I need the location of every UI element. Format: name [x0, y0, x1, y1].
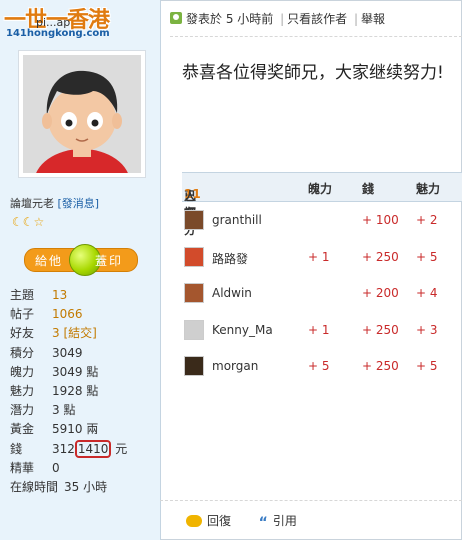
rating-row: Kenny_Ma + 1 + 250 + 3	[182, 312, 462, 349]
rater-name[interactable]: Kenny_Ma	[212, 323, 273, 337]
stat-value[interactable]: 3	[52, 326, 60, 340]
add-friend-link[interactable]: [結交]	[63, 326, 96, 340]
post-meta-bar: 發表於 5 小時前 | 只看該作者 | 舉報	[170, 10, 462, 30]
stat-value: 5910 兩	[52, 422, 99, 437]
rating-charm: + 5	[416, 249, 438, 264]
rating-power: + 5	[308, 359, 330, 373]
rank-stars-icon: ☾☾☆	[12, 215, 45, 229]
stat-value-prefix: 312	[52, 441, 75, 456]
stat-row: 主題 13	[10, 286, 158, 305]
rating-money: + 200	[362, 286, 399, 300]
poster-rank: 論壇元老 [發消息]	[10, 195, 99, 211]
stat-row: 潛力 3 點	[10, 401, 158, 420]
column-header: 魅力	[416, 182, 441, 196]
stat-row: 帖子 1066	[10, 305, 158, 324]
rater-name[interactable]: morgan	[212, 359, 258, 373]
avatar[interactable]	[18, 50, 146, 217]
stat-row: 黃金 5910 兩	[10, 420, 158, 439]
rater-avatar[interactable]	[184, 246, 204, 267]
stat-row: 魅力 1928 點	[10, 382, 158, 401]
rank-title: 論壇元老	[10, 197, 54, 210]
posted-time: 發表於 5 小時前	[186, 12, 274, 26]
stat-row: 積分 3049	[10, 344, 158, 363]
ratings-header: 已有 11 人評分 魄力 錢 魅力	[182, 172, 462, 237]
report-link[interactable]: 舉報	[361, 12, 385, 26]
stat-label: 黃金	[10, 422, 35, 437]
quote-icon: “	[258, 515, 268, 531]
stat-row: 錢 312 1410 元	[10, 439, 158, 459]
rating-charm: + 2	[416, 213, 438, 227]
stat-label: 精華	[10, 460, 35, 475]
give-button[interactable]: 給他	[35, 252, 63, 269]
rating-power: + 1	[308, 322, 330, 337]
rating-row: granthill + 100 + 2	[182, 202, 462, 239]
stat-label: 魄力	[10, 364, 35, 379]
stat-label: 魅力	[10, 383, 35, 398]
rater-avatar[interactable]	[184, 356, 204, 376]
rating-row: Aldwin + 200 + 4	[182, 275, 462, 312]
rating-charm: + 4	[416, 286, 438, 300]
column-header: 錢	[362, 182, 375, 196]
rating-money: + 100	[362, 213, 399, 227]
stat-label: 主題	[10, 288, 35, 302]
quote-link[interactable]: 引用	[273, 514, 297, 528]
stat-row: 精華 0	[10, 459, 158, 478]
post-actions: 回復 “ 引用	[186, 512, 297, 531]
poster-username[interactable]: pi...ap	[36, 16, 70, 29]
rating-money: + 250	[362, 359, 399, 373]
post-content: 恭喜各位得奖師兄，大家继续努力!	[182, 63, 444, 83]
poster-sidebar: 一世一香港 141hongkong.com pi...ap 論壇元老 [發消息]	[0, 0, 161, 540]
rating-money: + 250	[362, 322, 399, 337]
stat-row: 魄力 3049 點	[10, 363, 158, 382]
stamp-button[interactable]: 蓋印	[95, 252, 123, 269]
stat-value: 3049 點	[52, 364, 99, 379]
rating-charm: + 5	[416, 359, 438, 373]
give-stamp-buttons: 給他 蓋印	[24, 244, 138, 276]
rating-money: + 250	[362, 249, 399, 264]
rater-name[interactable]: granthill	[212, 213, 262, 227]
rater-avatar[interactable]	[184, 283, 204, 303]
stat-row: 好友 3 [結交]	[10, 324, 158, 343]
stat-value[interactable]: 1066	[52, 307, 83, 321]
stat-label: 積分	[10, 345, 35, 360]
rating-row: morgan + 5 + 250 + 5	[182, 348, 462, 385]
divider	[160, 500, 462, 501]
stat-value[interactable]: 13	[52, 288, 67, 302]
circled-money-value: 1410	[74, 439, 112, 458]
reply-icon	[186, 515, 202, 527]
rater-avatar[interactable]	[184, 319, 204, 340]
logo-domain: 141hongkong.com	[6, 28, 110, 39]
reply-link[interactable]: 回復	[207, 514, 231, 528]
rating-row: 路路發 + 1 + 250 + 5	[182, 239, 462, 276]
stat-value: 35 小時	[64, 479, 108, 494]
column-header: 魄力	[308, 182, 333, 196]
rating-power: + 1	[308, 249, 330, 264]
stat-label: 在線時間	[10, 479, 59, 494]
ratings-table: 已有 11 人評分 魄力 錢 魅力 granthill + 100 + 2 路路發 + …	[182, 172, 462, 385]
stat-label: 好友	[10, 326, 35, 341]
stat-value: 1928 點	[52, 383, 99, 398]
separator: |	[280, 12, 285, 26]
cartoon-boy-icon	[23, 55, 141, 217]
avatar-background	[23, 55, 141, 217]
ratings-rows: granthill + 100 + 2 路路發 + 1 + 250 + 5 Aldwin + 2…	[182, 202, 462, 385]
stat-label: 帖子	[10, 307, 35, 322]
rater-name[interactable]: 路路發	[212, 250, 248, 267]
stat-value: 3049	[52, 345, 83, 360]
stat-label: 錢	[10, 441, 23, 456]
separator: |	[353, 12, 359, 26]
divider	[170, 36, 462, 37]
only-author-link[interactable]: 只看該作者	[287, 12, 347, 26]
rater-name[interactable]: Aldwin	[212, 286, 252, 300]
stat-row: 在線時間 35 小時	[10, 478, 158, 497]
stat-value: 3 點	[52, 403, 76, 418]
stat-value: 0	[52, 460, 60, 475]
rater-avatar[interactable]	[184, 210, 204, 230]
send-message-link[interactable]: [發消息]	[58, 197, 100, 210]
stat-value-suffix: 元	[111, 441, 128, 456]
stat-label: 潛力	[10, 403, 35, 418]
online-status-icon	[170, 12, 182, 24]
rating-charm: + 3	[416, 322, 438, 337]
poster-stats: 主題 13 帖子 1066 好友 3 [結交] 積分 3049 魄力 3049 點 魅力 1…	[10, 286, 158, 497]
